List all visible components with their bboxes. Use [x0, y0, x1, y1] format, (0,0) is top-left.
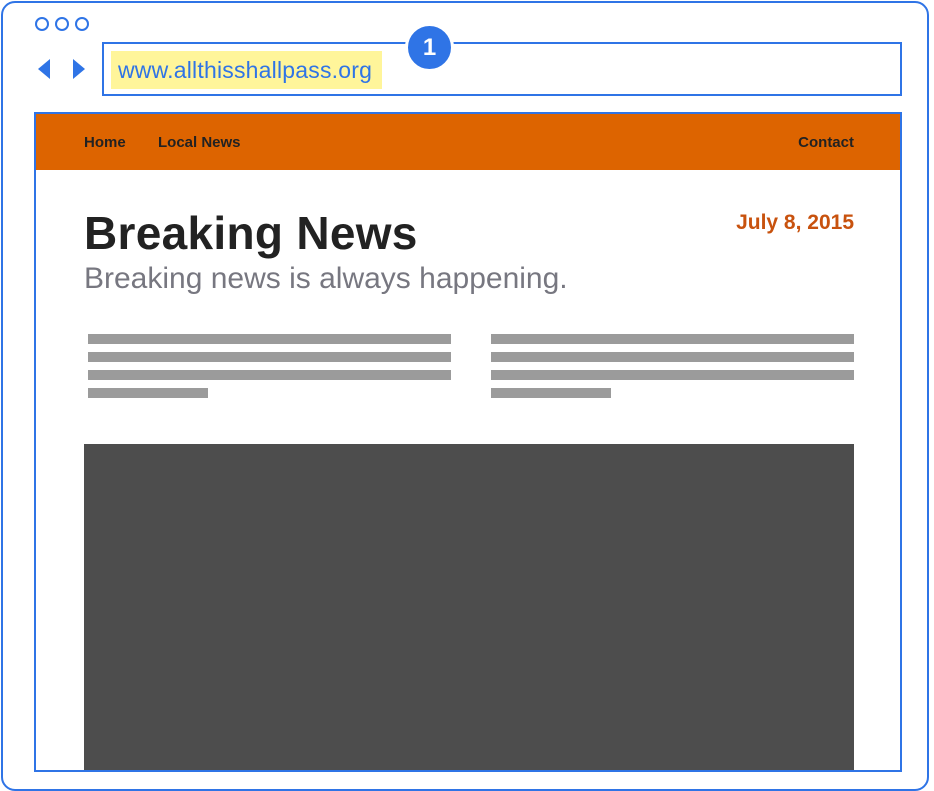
window-dot-icon[interactable]	[35, 17, 49, 31]
page-viewport: Home Local News Contact Breaking News Br…	[34, 112, 902, 772]
forward-arrow-icon[interactable]	[73, 59, 85, 79]
text-placeholder-line	[88, 370, 451, 380]
nav-link-local-news[interactable]: Local News	[158, 134, 241, 151]
url-text[interactable]: www.allthisshallpass.org	[111, 51, 383, 89]
text-placeholder-line	[88, 334, 451, 344]
window-controls	[35, 17, 89, 31]
address-bar[interactable]: www.allthisshallpass.org	[102, 42, 902, 96]
step-number-badge: 1	[405, 23, 454, 72]
nav-link-home[interactable]: Home	[84, 134, 126, 151]
text-placeholder-left	[88, 334, 451, 406]
window-dot-icon[interactable]	[55, 17, 69, 31]
text-placeholder-line	[491, 334, 854, 344]
text-placeholder-line	[491, 370, 854, 380]
site-navigation-bar: Home Local News Contact	[36, 114, 900, 170]
image-placeholder	[84, 444, 854, 770]
page-subheadline: Breaking news is always happening.	[84, 262, 568, 295]
page-headline: Breaking News	[84, 207, 418, 259]
text-placeholder-right	[491, 334, 854, 406]
text-placeholder-line	[88, 352, 451, 362]
text-placeholder-line	[491, 352, 854, 362]
text-placeholder-line	[88, 388, 208, 398]
back-arrow-icon[interactable]	[38, 59, 50, 79]
window-dot-icon[interactable]	[75, 17, 89, 31]
article-date: July 8, 2015	[736, 211, 854, 234]
text-placeholder-line	[491, 388, 611, 398]
nav-link-contact[interactable]: Contact	[798, 134, 854, 151]
